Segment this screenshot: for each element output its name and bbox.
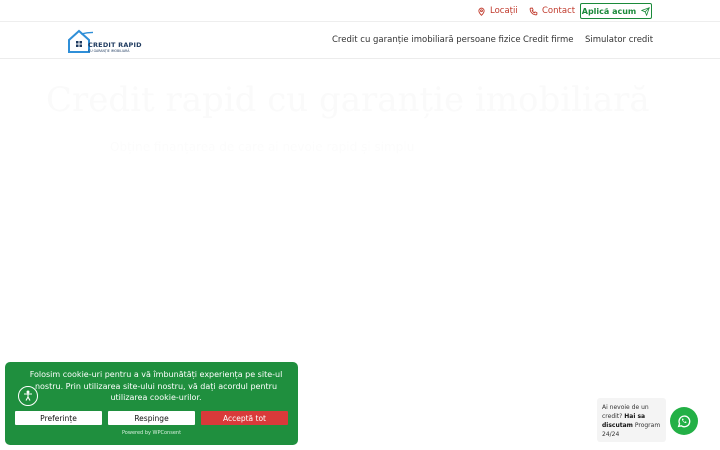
nav-link-credit-simulator[interactable]: Simulator credit: [585, 35, 653, 45]
powered-by-text: Powered by WPConsent: [121, 430, 182, 436]
accessibility-button[interactable]: [18, 386, 38, 406]
locations-link[interactable]: Locații: [477, 6, 518, 16]
map-pin-icon: [478, 7, 485, 16]
accessibility-icon: [24, 390, 32, 401]
locations-label: Locații: [490, 6, 518, 16]
nav-link-personal-credit[interactable]: Credit cu garanție imobiliară persoane f…: [332, 35, 521, 45]
main-navbar: CREDIT RAPID CU GARANȚIE IMOBILIARĂ Cred…: [0, 22, 720, 59]
contact-label: Contact: [542, 6, 576, 16]
site-logo[interactable]: CREDIT RAPID CU GARANȚIE IMOBILIARĂ: [67, 28, 147, 55]
hero-title: Credit rapid cu garanție imobiliară: [46, 80, 650, 120]
whatsapp-icon: [677, 415, 691, 428]
nav-link-business-credit[interactable]: Credit firme: [523, 35, 573, 45]
logo-subtext: CU GARANȚIE IMOBILIARĂ: [88, 49, 130, 53]
cookie-reject-button[interactable]: Respinge: [108, 411, 195, 425]
whatsapp-chat-bubble: Ai nevoie de un credit? Hai sa discutam …: [597, 398, 666, 442]
apply-now-button[interactable]: Aplică acum: [580, 3, 652, 19]
top-bar: Locații Contact Aplică acum: [0, 0, 720, 22]
cookie-accept-all-button[interactable]: Acceptă tot: [201, 411, 288, 425]
whatsapp-button[interactable]: [670, 407, 698, 435]
contact-link[interactable]: Contact: [529, 6, 575, 16]
logo-text: CREDIT RAPID: [88, 41, 142, 49]
send-icon: [641, 6, 651, 16]
cookie-preferences-button[interactable]: Preferințe: [15, 411, 102, 425]
cookie-consent-banner: Folosim cookie-uri pentru a vă îmbunătăț…: [5, 362, 298, 445]
hero-subtitle: Obține finanțarea de care ai nevoie rapi…: [110, 140, 415, 154]
phone-icon: [529, 7, 538, 15]
apply-now-label: Aplică acum: [581, 6, 637, 16]
cookie-message: Folosim cookie-uri pentru a vă îmbunătăț…: [29, 370, 283, 402]
